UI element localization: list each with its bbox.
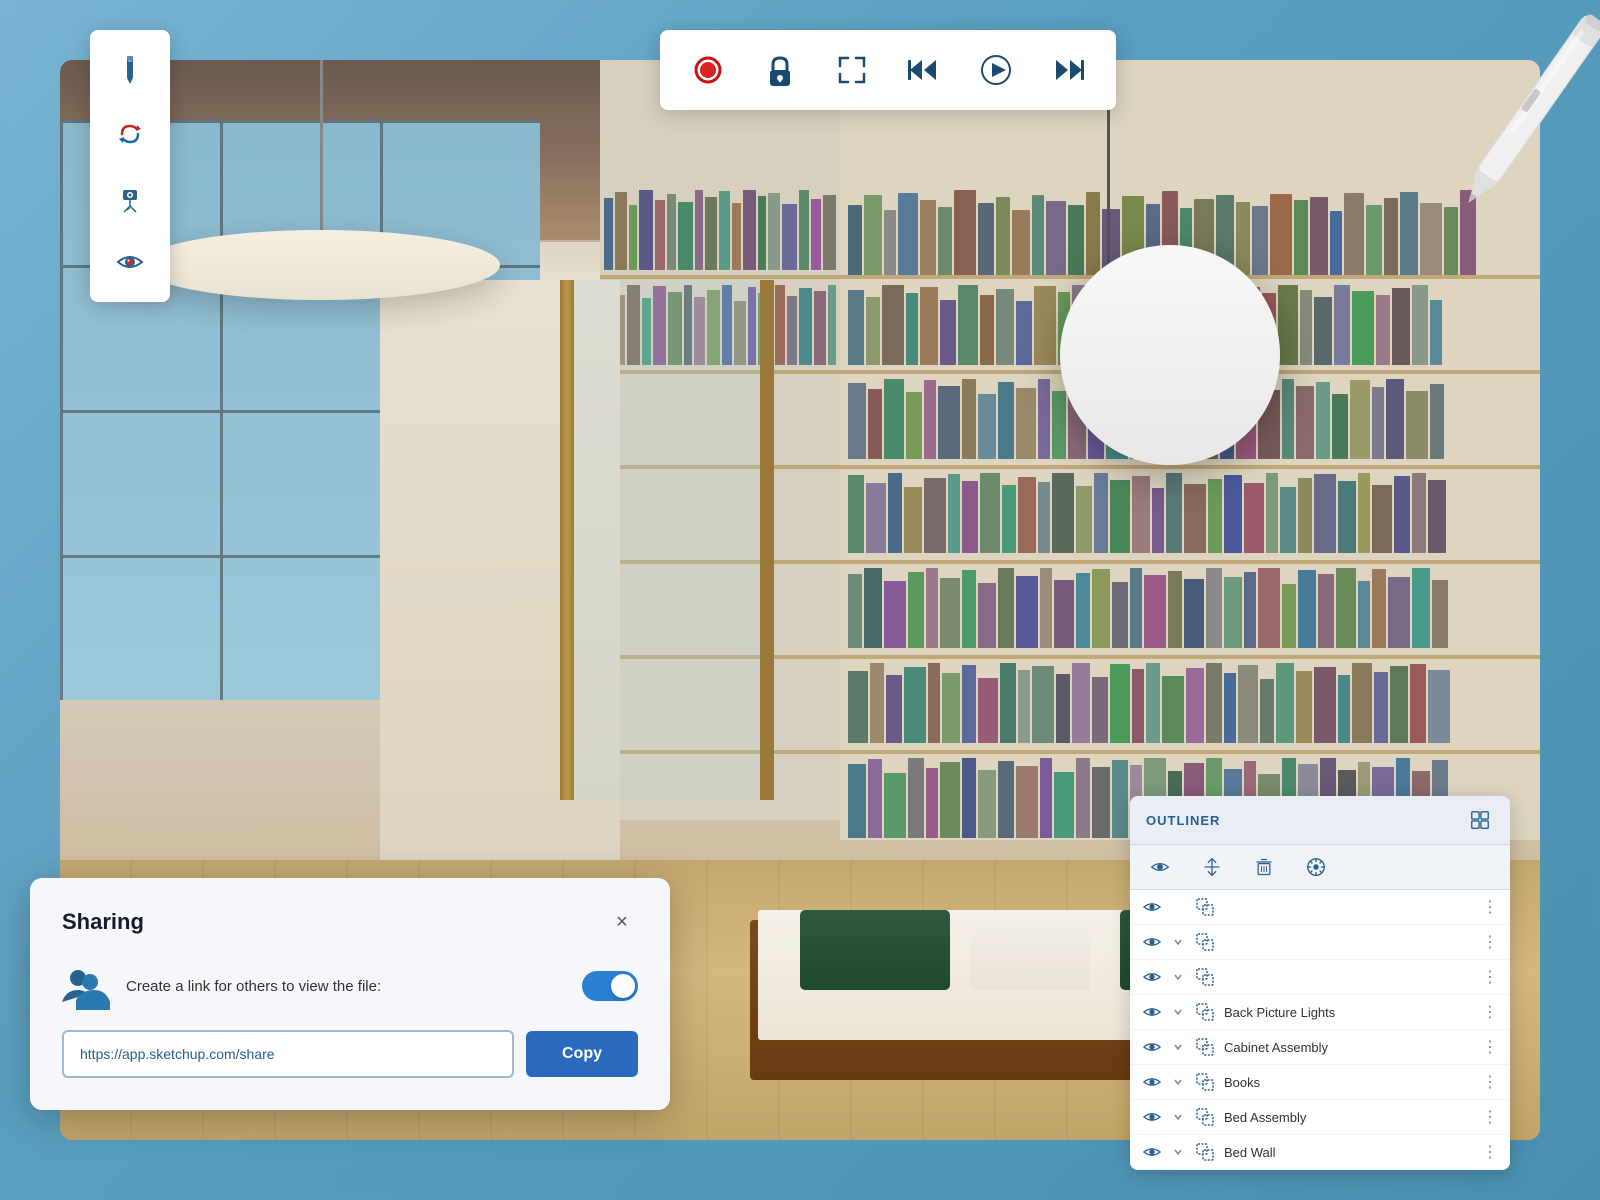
book-row-6	[840, 663, 1540, 743]
sharing-toggle-row: Create a link for others to view the fil…	[62, 962, 638, 1010]
outliner-item-bed-assembly[interactable]: Bed Assembly ⋮	[1130, 1100, 1510, 1135]
outliner-eye-bed-wall[interactable]	[1142, 1142, 1162, 1162]
outliner-eye-books[interactable]	[1142, 1072, 1162, 1092]
outliner-eye-cabinet-assembly[interactable]	[1142, 1037, 1162, 1057]
sharing-dialog-header: Sharing ×	[62, 906, 638, 938]
sharing-title: Sharing	[62, 909, 144, 935]
fullscreen-button[interactable]	[820, 38, 884, 102]
outliner-more-cabinet-assembly[interactable]: ⋮	[1482, 1037, 1498, 1057]
outliner-chevron-bed-wall[interactable]	[1170, 1144, 1186, 1160]
outliner-eye-viking-stove[interactable]	[1142, 967, 1162, 987]
outliner-collapse-icon[interactable]	[1466, 806, 1494, 834]
rewind-button[interactable]	[892, 38, 956, 102]
play-button[interactable]	[964, 38, 1028, 102]
outliner-settings-icon[interactable]	[1302, 853, 1330, 881]
outliner-item-label-back-picture-lights: Back Picture Lights	[1224, 1005, 1474, 1020]
outliner-eye-shelf[interactable]	[1142, 897, 1162, 917]
sharing-toggle-label: Create a link for others to view the fil…	[126, 978, 566, 995]
outliner-chevron-viking-stove[interactable]	[1170, 969, 1186, 985]
outliner-collapse-all[interactable]	[1198, 853, 1226, 881]
outliner-eye-bed-assembly[interactable]	[1142, 1107, 1162, 1127]
back-book-row-1	[600, 190, 840, 270]
outliner-chevron-serving-bowl[interactable]	[1170, 934, 1186, 950]
outliner-obj-icon-back-picture-lights	[1194, 1001, 1216, 1023]
fast-forward-button[interactable]	[1036, 38, 1100, 102]
outliner-chevron-back-picture-lights[interactable]	[1170, 1004, 1186, 1020]
sharing-dialog: Sharing × Create a link for others to vi…	[30, 878, 670, 1110]
shelf-divider-5	[840, 655, 1540, 659]
sharing-toggle-switch[interactable]	[582, 971, 638, 1001]
back-shelf-1	[600, 275, 840, 279]
outliner-item-serving-bowl[interactable]: ⋮	[1130, 925, 1510, 960]
outliner-more-serving-bowl[interactable]: ⋮	[1482, 932, 1498, 952]
outliner-more-viking-stove[interactable]: ⋮	[1482, 967, 1498, 987]
pencil-tool-button[interactable]	[98, 38, 162, 102]
outliner-more-shelf[interactable]: ⋮	[1482, 897, 1498, 917]
outliner-chevron-books[interactable]	[1170, 1074, 1186, 1090]
sharing-close-button[interactable]: ×	[606, 906, 638, 938]
outliner-item-label-bed-wall: Bed Wall	[1224, 1145, 1474, 1160]
sharing-url-input[interactable]	[62, 1030, 514, 1078]
outliner-panel: OUTLINER	[1130, 796, 1510, 1170]
outliner-more-bed-assembly[interactable]: ⋮	[1482, 1107, 1498, 1127]
outliner-item-bed-wall[interactable]: Bed Wall ⋮	[1130, 1135, 1510, 1170]
outliner-more-back-picture-lights[interactable]: ⋮	[1482, 1002, 1498, 1022]
pillow-left	[800, 910, 950, 990]
shelf-divider-6	[840, 750, 1540, 754]
sharing-url-row: Copy	[62, 1030, 638, 1078]
outliner-obj-icon-shelf	[1194, 896, 1216, 918]
outliner-obj-icon-serving-bowl	[1194, 931, 1216, 953]
shelf-divider-4	[840, 560, 1540, 564]
glass-partition-frame-left	[560, 280, 574, 800]
outliner-obj-icon-books	[1194, 1071, 1216, 1093]
pendant-cord-left	[320, 60, 323, 255]
outliner-item-shelf[interactable]: ⋮	[1130, 890, 1510, 925]
playback-toolbar	[660, 30, 1116, 110]
glass-pane	[574, 280, 774, 800]
outliner-item-back-picture-lights[interactable]: Back Picture Lights ⋮	[1130, 995, 1510, 1030]
outliner-obj-icon-viking-stove	[1194, 966, 1216, 988]
outliner-more-books[interactable]: ⋮	[1482, 1072, 1498, 1092]
outliner-item-label-cabinet-assembly: Cabinet Assembly	[1224, 1040, 1474, 1055]
outliner-obj-icon-cabinet-assembly	[1194, 1036, 1216, 1058]
outliner-tools-row	[1130, 845, 1510, 890]
outliner-item-books[interactable]: Books ⋮	[1130, 1065, 1510, 1100]
outliner-item-viking-stove[interactable]: ⋮	[1130, 960, 1510, 995]
outliner-chevron-cabinet-assembly[interactable]	[1170, 1039, 1186, 1055]
camera-tool-button[interactable]	[98, 166, 162, 230]
record-button[interactable]	[676, 38, 740, 102]
book-row-4	[840, 473, 1540, 553]
outliner-obj-icon-bed-assembly	[1194, 1106, 1216, 1128]
left-toolbar	[90, 30, 170, 302]
orbit-tool-button[interactable]	[98, 102, 162, 166]
outliner-eye-back-picture-lights[interactable]	[1142, 1002, 1162, 1022]
outliner-header: OUTLINER	[1130, 796, 1510, 845]
pillow-center	[970, 910, 1090, 990]
pendant-shade-right	[1060, 245, 1280, 465]
outliner-eye-serving-bowl[interactable]	[1142, 932, 1162, 952]
book-row-5	[840, 568, 1540, 648]
outliner-obj-icon-bed-wall	[1194, 1141, 1216, 1163]
pendant-shade-left	[140, 230, 500, 300]
outliner-delete-icon[interactable]	[1250, 853, 1278, 881]
outliner-item-label-bed-assembly: Bed Assembly	[1224, 1110, 1474, 1125]
outliner-item-cabinet-assembly[interactable]: Cabinet Assembly ⋮	[1130, 1030, 1510, 1065]
outliner-more-bed-wall[interactable]: ⋮	[1482, 1142, 1498, 1162]
outliner-visibility-toggle[interactable]	[1146, 853, 1174, 881]
outliner-items-container: ⋮ ⋮	[1130, 890, 1510, 1170]
shelf-divider-3	[840, 465, 1540, 469]
outliner-item-label-books: Books	[1224, 1075, 1474, 1090]
sharing-copy-button[interactable]: Copy	[526, 1031, 638, 1077]
sharing-people-icon	[62, 962, 110, 1010]
toggle-knob	[611, 974, 635, 998]
eye-tool-button[interactable]	[98, 230, 162, 294]
lock-button[interactable]	[748, 38, 812, 102]
outliner-chevron-bed-assembly[interactable]	[1170, 1109, 1186, 1125]
outliner-title: OUTLINER	[1146, 813, 1220, 828]
